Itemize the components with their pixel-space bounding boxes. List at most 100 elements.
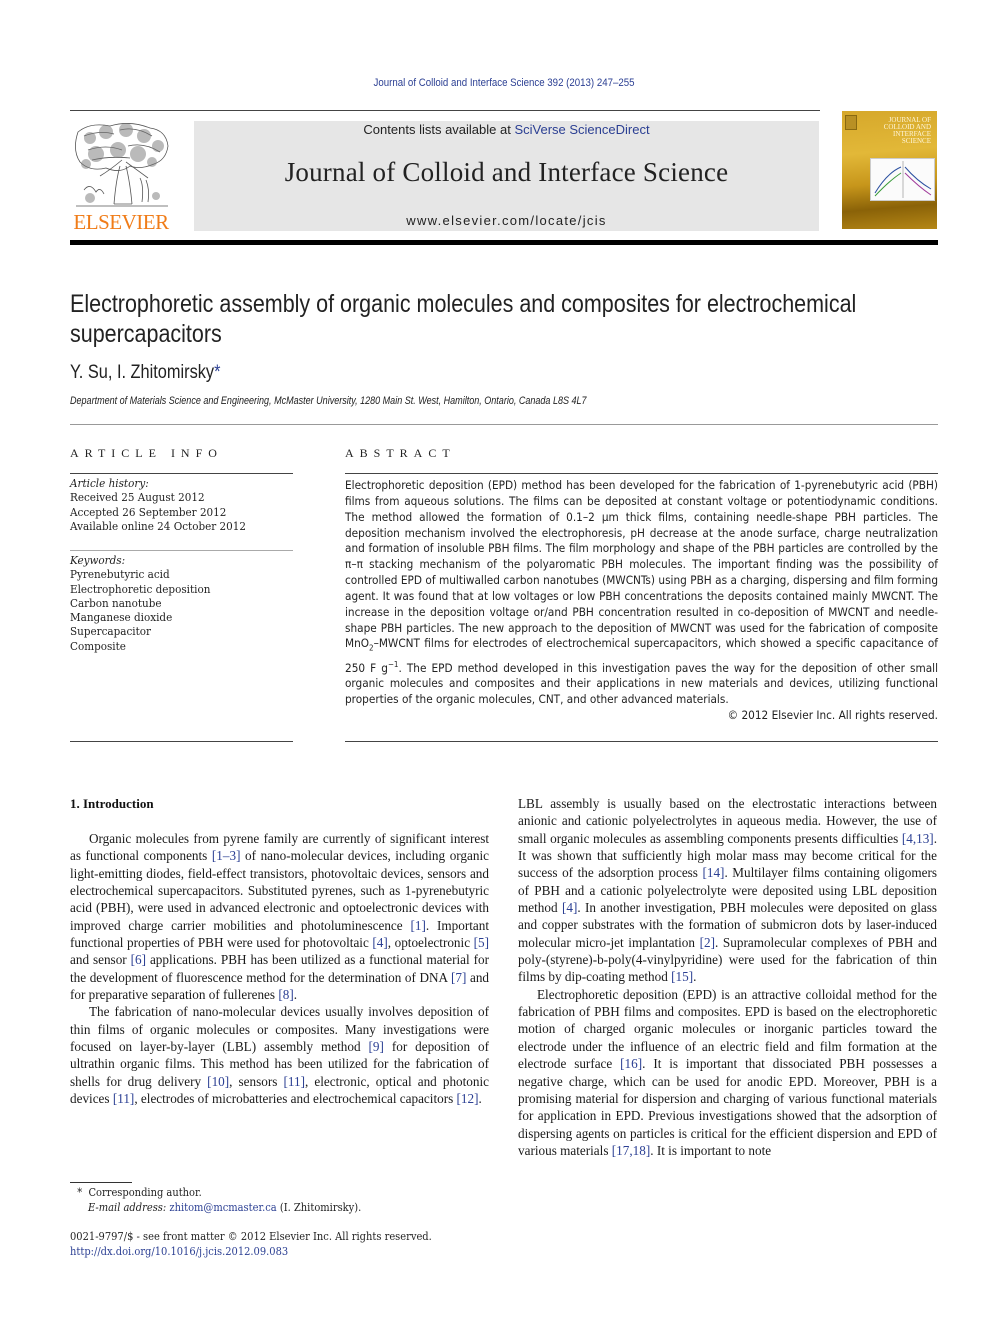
journal-banner: Contents lists available at SciVerse Sci… bbox=[194, 121, 819, 231]
body-text: , optoelectronic bbox=[387, 935, 474, 951]
body-column-left: Organic molecules from pyrene family are… bbox=[70, 830, 489, 1108]
keyword: Supercapacitor bbox=[70, 625, 152, 639]
cover-graph-icon bbox=[874, 161, 932, 198]
citation-link[interactable]: [5] bbox=[474, 935, 489, 950]
sciencedirect-link[interactable]: SciVerse ScienceDirect bbox=[514, 122, 649, 137]
issn-line: 0021-9797/$ - see front matter © 2012 El… bbox=[70, 1230, 432, 1243]
article-title: Electrophoretic assembly of organic mole… bbox=[70, 289, 950, 349]
keywords-label: Keywords: bbox=[70, 554, 126, 567]
abstract-text-part: . The EPD method developed in this inves… bbox=[345, 660, 938, 707]
citation-link[interactable]: [6] bbox=[131, 952, 146, 967]
citation-link[interactable]: [11] bbox=[283, 1074, 304, 1089]
section-heading-introduction: 1. Introduction bbox=[70, 796, 154, 811]
citation-link[interactable]: [4] bbox=[562, 900, 577, 915]
divider bbox=[70, 473, 293, 474]
citation-link[interactable]: [8] bbox=[278, 987, 293, 1002]
footnote-email: E-mail address: zhitom@mcmaster.ca (I. Z… bbox=[70, 1201, 361, 1216]
citation-link[interactable]: [1–3] bbox=[212, 848, 241, 863]
divider bbox=[70, 424, 938, 425]
citation-link[interactable]: [15] bbox=[671, 969, 693, 984]
elsevier-wordmark: ELSEVIER bbox=[73, 210, 169, 234]
keywords: Keywords: Pyrenebutyric acid Electrophor… bbox=[70, 554, 293, 654]
article-history: Article history: Received 25 August 2012… bbox=[70, 477, 293, 534]
doi-link[interactable]: http://dx.doi.org/10.1016/j.jcis.2012.09… bbox=[70, 1245, 288, 1258]
citation-link[interactable]: [14] bbox=[702, 865, 724, 880]
journal-homepage-link[interactable]: www.elsevier.com/locate/jcis bbox=[194, 213, 819, 228]
paragraph: LBL assembly is usually based on the ele… bbox=[518, 795, 937, 986]
footnote-corresponding-text: Corresponding author. bbox=[88, 1186, 202, 1199]
header-rule bbox=[70, 110, 820, 111]
keyword: Composite bbox=[70, 639, 126, 653]
authors: Y. Su, I. Zhitomirsky bbox=[70, 362, 215, 383]
cover-title-line: SCIENCE bbox=[901, 137, 931, 145]
citation-link[interactable]: [4,13] bbox=[902, 831, 934, 846]
body-text: and sensor bbox=[70, 952, 131, 968]
keyword: Pyrenebutyric acid bbox=[70, 568, 170, 582]
citation-link[interactable]: [2] bbox=[700, 935, 715, 950]
citation-link[interactable]: [4] bbox=[372, 935, 387, 950]
author-list: Y. Su, I. Zhitomirsky* bbox=[70, 362, 245, 384]
header-thick-rule bbox=[70, 240, 938, 245]
corresponding-author-marker[interactable]: * bbox=[214, 362, 220, 383]
contents-line: Contents lists available at SciVerse Sci… bbox=[194, 122, 819, 137]
footnote: * Corresponding author. E-mail address: … bbox=[70, 1186, 394, 1215]
contents-prefix: Contents lists available at bbox=[363, 122, 515, 137]
title-line: supercapacitors bbox=[70, 320, 222, 348]
citation-link[interactable]: [12] bbox=[457, 1091, 479, 1106]
body-text: LBL assembly is usually based on the ele… bbox=[518, 796, 937, 846]
elsevier-tree-icon bbox=[75, 123, 169, 207]
affiliation-text: Department of Materials Science and Engi… bbox=[70, 395, 587, 407]
journal-citation-link[interactable]: Journal of Colloid and Interface Science… bbox=[60, 77, 947, 89]
paragraph: Electrophoretic deposition (EPD) is an a… bbox=[518, 986, 937, 1159]
citation-link[interactable]: [16] bbox=[620, 1056, 642, 1071]
paragraph: The fabrication of nano-molecular device… bbox=[70, 1003, 489, 1107]
email-label: E-mail address: bbox=[88, 1200, 167, 1214]
citation-link[interactable]: [10] bbox=[207, 1074, 229, 1089]
citation-link[interactable]: [9] bbox=[369, 1039, 384, 1054]
cover-graph-image bbox=[870, 158, 935, 201]
footnote-rule bbox=[70, 1182, 132, 1183]
footnote-corresponding: * Corresponding author. bbox=[70, 1186, 361, 1201]
cover-elsevier-badge bbox=[845, 115, 857, 130]
divider bbox=[345, 473, 938, 474]
keyword: Carbon nanotube bbox=[70, 596, 162, 610]
paragraph: Organic molecules from pyrene family are… bbox=[70, 830, 489, 1003]
keyword: Manganese dioxide bbox=[70, 611, 173, 625]
affiliation: Department of Materials Science and Engi… bbox=[70, 395, 700, 407]
article-info-heading: ARTICLE INFO bbox=[70, 446, 223, 460]
body-text: , electrodes of microbatteries and elect… bbox=[134, 1091, 457, 1107]
abstract-text: Electrophoretic deposition (EPD) method … bbox=[345, 478, 938, 708]
body-text: . bbox=[293, 987, 298, 1003]
history-received: Received 25 August 2012 bbox=[70, 491, 205, 505]
citation-link[interactable]: [17,18] bbox=[612, 1143, 650, 1158]
body-column-right: LBL assembly is usually based on the ele… bbox=[518, 795, 937, 1159]
email-link[interactable]: zhitom@mcmaster.ca bbox=[169, 1201, 276, 1214]
journal-cover-thumbnail[interactable]: JOURNAL OF COLLOID AND INTERFACE SCIENCE bbox=[842, 111, 937, 229]
divider bbox=[345, 741, 938, 742]
superscript: −1 bbox=[387, 659, 399, 669]
citation-link[interactable]: [1] bbox=[410, 918, 425, 933]
abstract-copyright: © 2012 Elsevier Inc. All rights reserved… bbox=[727, 708, 938, 723]
divider bbox=[70, 550, 293, 551]
body-text: . bbox=[478, 1091, 482, 1107]
history-label: Article history: bbox=[70, 477, 149, 490]
journal-title: Journal of Colloid and Interface Science bbox=[284, 157, 729, 187]
keyword: Electrophoretic deposition bbox=[70, 582, 211, 596]
history-accepted: Accepted 26 September 2012 bbox=[70, 505, 227, 519]
elsevier-logo[interactable]: ELSEVIER bbox=[70, 120, 172, 234]
email-owner: (I. Zhitomirsky). bbox=[276, 1200, 362, 1214]
body-text: . bbox=[693, 969, 697, 985]
history-online: Available online 24 October 2012 bbox=[70, 519, 247, 533]
divider bbox=[70, 741, 293, 742]
footnote-marker: * bbox=[77, 1186, 83, 1199]
body-text: . It is important to note bbox=[650, 1142, 772, 1158]
cover-title: JOURNAL OF COLLOID AND INTERFACE SCIENCE bbox=[884, 117, 931, 145]
abstract-body: Electrophoretic deposition (EPD) method … bbox=[345, 478, 938, 724]
title-line: Electrophoretic assembly of organic mole… bbox=[70, 290, 857, 318]
abstract-text-part: Electrophoretic deposition (EPD) method … bbox=[345, 478, 938, 651]
citation-link[interactable]: [11] bbox=[113, 1091, 134, 1106]
front-matter: 0021-9797/$ - see front matter © 2012 El… bbox=[70, 1230, 472, 1259]
body-text: , sensors bbox=[229, 1073, 284, 1089]
citation-link[interactable]: [7] bbox=[451, 970, 466, 985]
abstract-heading: ABSTRACT bbox=[345, 446, 456, 460]
